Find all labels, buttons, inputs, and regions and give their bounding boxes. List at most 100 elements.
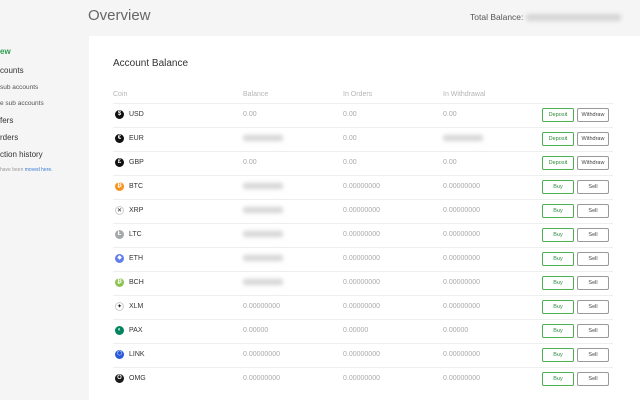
account-balance-card: Account Balance Coin Balance In Orders I…: [89, 36, 640, 400]
redacted-value: [243, 255, 283, 262]
dollar-icon: $: [115, 110, 124, 119]
buy-button[interactable]: Buy: [542, 252, 574, 266]
withdraw-button[interactable]: Withdraw: [577, 156, 609, 170]
column-header-in-withdrawal: In Withdrawal: [443, 91, 486, 98]
coin-name: BTC: [129, 183, 143, 190]
coin-name: LTC: [129, 231, 142, 238]
coin-name: LINK: [129, 351, 145, 358]
omg-icon: O: [115, 374, 124, 383]
coin-name: GBP: [129, 159, 144, 166]
in-withdrawal-cell: 0.00000000: [443, 303, 480, 310]
balance-cell: [243, 207, 283, 214]
sidebar: ew counts sub accounts e sub accounts fe…: [0, 0, 90, 400]
bitcoin-cash-icon: ₿: [115, 278, 124, 287]
sell-button[interactable]: Sell: [577, 276, 609, 290]
sidebar-item-overview[interactable]: ew: [0, 47, 11, 56]
buy-button[interactable]: Buy: [542, 180, 574, 194]
buy-button[interactable]: Buy: [542, 372, 574, 386]
redacted-value: [243, 279, 283, 286]
deposit-button[interactable]: Deposit: [542, 108, 574, 122]
in-orders-cell: 0.00000000: [343, 279, 380, 286]
euro-icon: €: [115, 134, 124, 143]
in-orders-cell: 0.00000000: [343, 351, 380, 358]
balance-cell: 0.00000: [243, 327, 269, 334]
sell-button[interactable]: Sell: [577, 372, 609, 386]
buy-button[interactable]: Buy: [542, 348, 574, 362]
sidebar-note: have been moved here.: [0, 167, 53, 173]
coin-name: BCH: [129, 279, 144, 286]
redacted-value: [243, 231, 283, 238]
total-balance-label: Total Balance:: [470, 12, 524, 22]
column-header-in-orders: In Orders: [343, 91, 373, 98]
in-orders-cell: 0.00000000: [343, 183, 380, 190]
sidebar-item-archive-sub-accounts[interactable]: e sub accounts: [0, 100, 44, 107]
in-orders-cell: 0.00: [343, 159, 357, 166]
coin-name: USD: [129, 111, 144, 118]
balance-cell: [243, 183, 283, 190]
table-row: € EUR 0.00 Deposit Withdraw: [113, 127, 613, 151]
balance-cell: 0.00: [243, 159, 257, 166]
sidebar-item-transfers[interactable]: fers: [0, 116, 13, 125]
balance-cell: 0.00000000: [243, 303, 280, 310]
balance-cell: 0.00000000: [243, 375, 280, 382]
in-orders-cell: 0.00000000: [343, 207, 380, 214]
redacted-value: [243, 183, 283, 190]
table-row: ✦ XLM 0.00000000 0.00000000 0.00000000 Buy Sel…: [113, 295, 613, 319]
sidebar-note-link[interactable]: moved here.: [25, 167, 53, 173]
balance-cell: 0.00000000: [243, 351, 280, 358]
table-row: ◐ PAX 0.00000 0.00000 0.00000 Buy Sell: [113, 319, 613, 343]
in-withdrawal-cell: 0.00000000: [443, 183, 480, 190]
coin-name: XRP: [129, 207, 144, 214]
coin-name: OMG: [129, 375, 146, 382]
deposit-button[interactable]: Deposit: [542, 156, 574, 170]
deposit-button[interactable]: Deposit: [542, 132, 574, 146]
in-withdrawal-cell: 0.00000000: [443, 279, 480, 286]
coin-name: ETH: [129, 255, 143, 262]
in-orders-cell: 0.00000: [343, 327, 369, 334]
table-row: ✕ XRP 0.00000000 0.00000000 Buy Sell: [113, 199, 613, 223]
bitcoin-icon: ₿: [115, 182, 124, 191]
sell-button[interactable]: Sell: [577, 180, 609, 194]
withdraw-button[interactable]: Withdraw: [577, 108, 609, 122]
in-orders-cell: 0.00000000: [343, 375, 380, 382]
table-row: ₿ BCH 0.00000000 0.00000000 Buy Sell: [113, 271, 613, 295]
in-orders-cell: 0.00000000: [343, 231, 380, 238]
balance-cell: 0.00: [243, 111, 257, 118]
coin-name: PAX: [129, 327, 143, 334]
buy-button[interactable]: Buy: [542, 204, 574, 218]
in-withdrawal-cell: 0.00000000: [443, 207, 480, 214]
column-header-balance: Balance: [243, 91, 269, 98]
card-title: Account Balance: [113, 58, 189, 69]
sidebar-item-orders[interactable]: rders: [0, 133, 18, 142]
buy-button[interactable]: Buy: [542, 324, 574, 338]
xrp-icon: ✕: [115, 206, 124, 215]
buy-button[interactable]: Buy: [542, 276, 574, 290]
sidebar-item-sub-accounts[interactable]: sub accounts: [0, 84, 38, 91]
sell-button[interactable]: Sell: [577, 204, 609, 218]
sidebar-item-accounts[interactable]: counts: [0, 66, 24, 75]
buy-button[interactable]: Buy: [542, 300, 574, 314]
sell-button[interactable]: Sell: [577, 228, 609, 242]
in-withdrawal-cell: [443, 135, 483, 142]
table-row: ₿ BTC 0.00000000 0.00000000 Buy Sell: [113, 175, 613, 199]
sell-button[interactable]: Sell: [577, 252, 609, 266]
in-withdrawal-cell: 0.00: [443, 159, 457, 166]
table-row: ⬡ LINK 0.00000000 0.00000000 0.00000000 Buy Se…: [113, 343, 613, 367]
table-row: O OMG 0.00000000 0.00000000 0.00000000 Buy Sel…: [113, 367, 613, 391]
in-withdrawal-cell: 0.00000000: [443, 375, 480, 382]
sidebar-note-text: have been: [0, 167, 24, 173]
coin-name: XLM: [129, 303, 144, 310]
balance-cell: [243, 255, 283, 262]
in-withdrawal-cell: 0.00: [443, 111, 457, 118]
sell-button[interactable]: Sell: [577, 324, 609, 338]
buy-button[interactable]: Buy: [542, 228, 574, 242]
balance-cell: [243, 135, 283, 142]
sell-button[interactable]: Sell: [577, 300, 609, 314]
total-balance: Total Balance:: [470, 12, 621, 22]
redacted-value: [243, 135, 283, 142]
balance-cell: [243, 279, 283, 286]
table-row: $ USD 0.00 0.00 0.00 Deposit Withdraw: [113, 103, 613, 127]
withdraw-button[interactable]: Withdraw: [577, 132, 609, 146]
sidebar-item-transaction-history[interactable]: ction history: [0, 150, 43, 159]
sell-button[interactable]: Sell: [577, 348, 609, 362]
